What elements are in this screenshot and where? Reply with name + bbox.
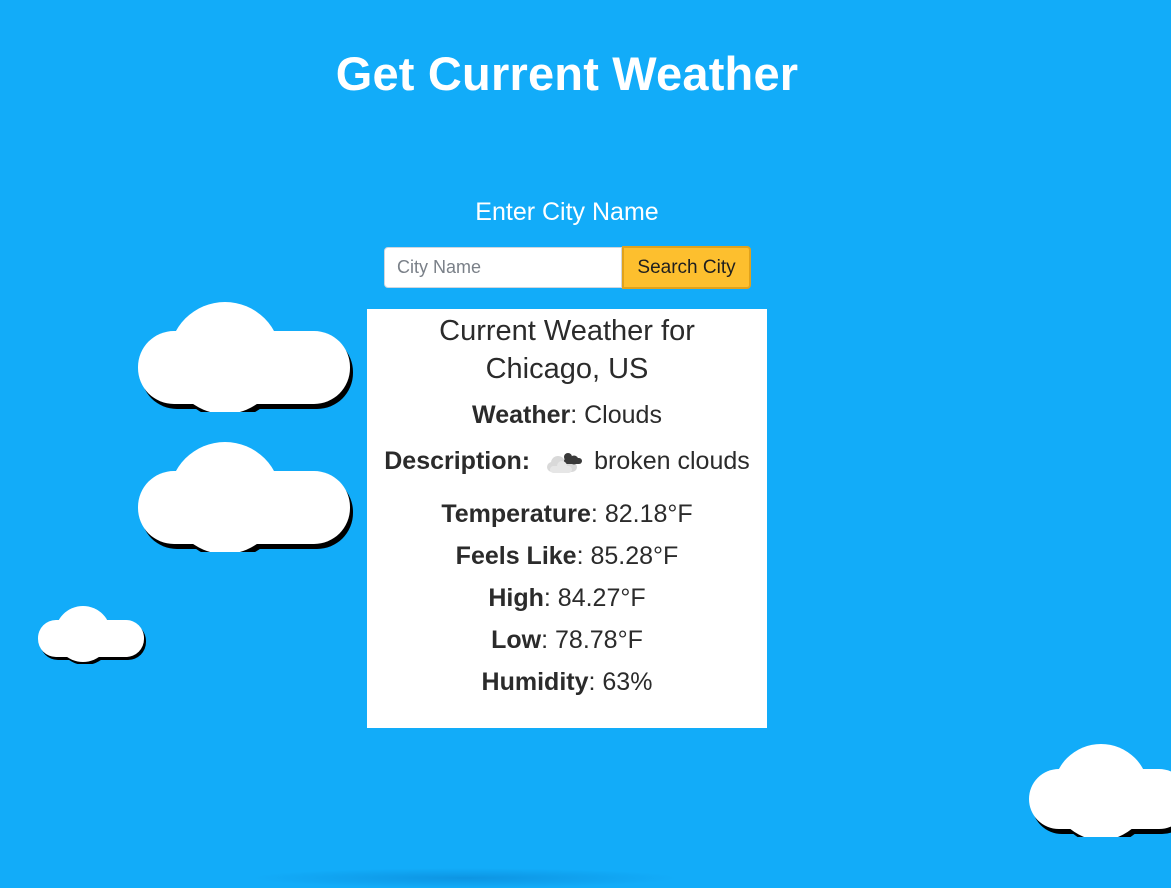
cloud-decoration	[138, 442, 353, 552]
cloud-decoration	[1029, 744, 1171, 837]
description-value: broken clouds	[594, 447, 750, 475]
description-label: Description:	[384, 447, 531, 475]
ground-shadow	[250, 868, 680, 888]
high-label: High	[488, 584, 544, 612]
humidity-row: Humidity: 63%	[367, 667, 767, 697]
weather-card: Current Weather for Chicago, US Weather:…	[367, 309, 767, 728]
search-city-button[interactable]: Search City	[622, 246, 751, 289]
page-title: Get Current Weather	[335, 47, 799, 100]
search-form: Search City	[384, 246, 751, 289]
weather-label: Weather	[472, 401, 571, 429]
temperature-value: : 82.18°F	[590, 500, 693, 528]
high-row: High: 84.27°F	[367, 583, 767, 613]
humidity-label: Humidity	[481, 668, 589, 696]
low-value: : 78.78°F	[541, 626, 643, 654]
weather-value: : Clouds	[570, 401, 662, 429]
low-row: Low: 78.78°F	[367, 625, 767, 655]
high-value: : 84.27°F	[543, 584, 646, 612]
feels-like-row: Feels Like: 85.28°F	[367, 541, 767, 571]
city-name-input[interactable]	[384, 247, 622, 288]
search-label: Enter City Name	[475, 198, 659, 226]
cloud-decoration	[138, 302, 353, 412]
feels-like-value: : 85.28°F	[576, 542, 679, 570]
temperature-label: Temperature	[441, 500, 591, 528]
weather-row: Weather: Clouds	[367, 400, 767, 430]
weather-heading-line1: Current Weather for	[439, 315, 695, 347]
low-label: Low	[491, 626, 542, 654]
weather-heading: Current Weather for Chicago, US	[367, 309, 767, 388]
weather-heading-location: Chicago, US	[485, 353, 649, 385]
broken-clouds-icon	[544, 447, 584, 475]
humidity-value: : 63%	[588, 668, 653, 696]
feels-like-label: Feels Like	[455, 542, 577, 570]
description-row: Description: broken clouds	[367, 446, 767, 476]
cloud-decoration	[38, 606, 146, 664]
temperature-row: Temperature: 82.18°F	[367, 499, 767, 529]
